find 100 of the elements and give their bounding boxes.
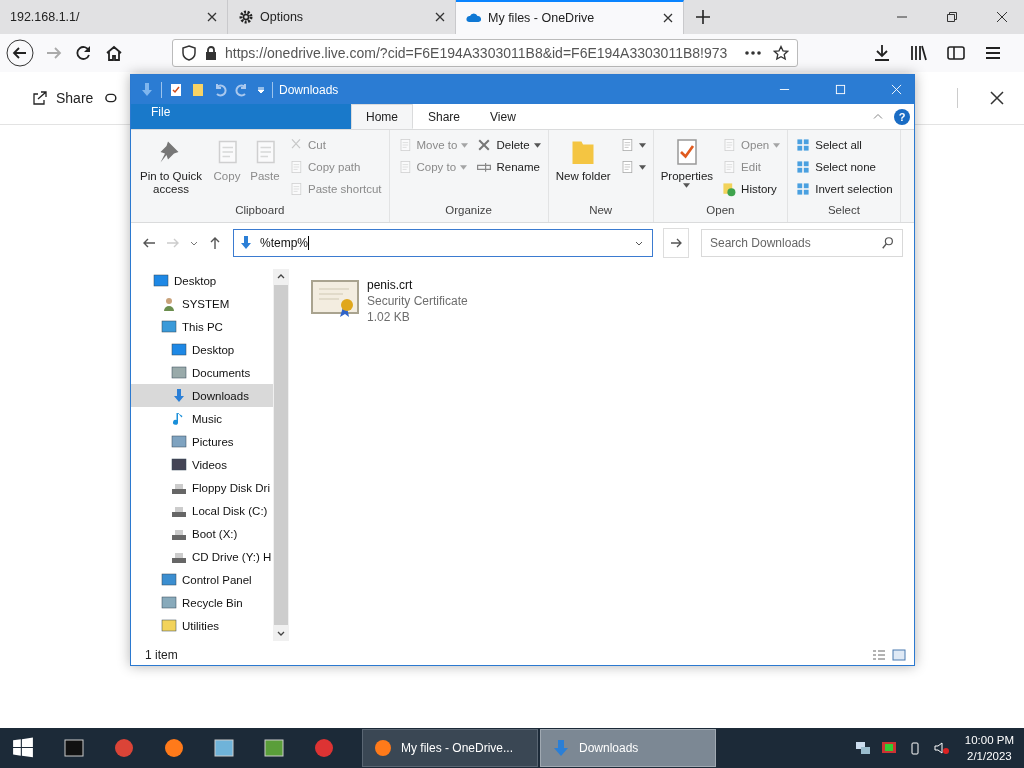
caret-icon [533, 142, 541, 148]
downloads-icon [551, 738, 571, 758]
group-label: Clipboard [234, 204, 286, 218]
display-icon[interactable] [880, 740, 897, 756]
sidebar-icon[interactable] [946, 43, 966, 63]
window-title: Downloads [279, 82, 339, 97]
browser-tab[interactable]: My files - OneDrive [456, 0, 684, 34]
network-icon[interactable] [854, 740, 871, 756]
group-label: Open [705, 204, 736, 218]
back-icon[interactable] [6, 39, 34, 67]
ribbon-button[interactable]: Select none [792, 156, 896, 178]
nav-item[interactable]: Boot (X:) [131, 522, 273, 545]
group-label: Select [826, 204, 861, 218]
help-button[interactable]: ? [894, 108, 910, 125]
caret-icon [461, 142, 469, 148]
nav-item[interactable]: Control Panel [131, 568, 273, 591]
star-icon[interactable] [773, 45, 789, 61]
maximize-icon[interactable] [835, 84, 846, 95]
grid-icon [795, 181, 812, 197]
library-icon[interactable] [909, 43, 929, 63]
doc-icon [288, 159, 304, 175]
caret-icon [773, 142, 781, 148]
search-icon [881, 236, 895, 250]
new-tab-icon[interactable] [696, 10, 710, 24]
desktop-icon [171, 341, 187, 358]
nav-item[interactable]: Pictures [131, 430, 273, 453]
caret-icon [638, 164, 646, 170]
downloads-icon [171, 387, 187, 404]
nav-item[interactable]: This PC [131, 315, 273, 338]
close-icon[interactable] [996, 11, 1008, 23]
scrollbar[interactable] [273, 269, 289, 641]
search-field[interactable]: Search Downloads [701, 229, 903, 257]
doc-icon [288, 181, 304, 197]
status-text: 1 item [145, 648, 178, 662]
caret-icon [638, 142, 646, 148]
ribbon-button[interactable]: History [718, 178, 784, 200]
tiles-view-icon[interactable] [892, 649, 906, 661]
ribbon-tab[interactable]: View [475, 104, 531, 129]
ribbon-button[interactable]: Select all [792, 134, 896, 156]
nav-item[interactable]: CD Drive (Y:) H [131, 545, 273, 568]
close-icon[interactable] [990, 91, 1004, 105]
close-icon[interactable] [207, 12, 217, 22]
group-label: New [588, 204, 614, 218]
restore-icon[interactable] [946, 11, 958, 23]
group-label: Organize [444, 204, 493, 218]
ribbon-button[interactable]: Delete [473, 134, 544, 156]
file-item[interactable]: penis.crt Security Certificate 1.02 KB [311, 277, 491, 325]
ribbon-button[interactable]: New folder [552, 134, 614, 185]
share-icon [32, 90, 48, 106]
grid-icon [795, 137, 812, 153]
address-field[interactable]: %temp% [233, 229, 653, 257]
nav-item[interactable]: Videos [131, 453, 273, 476]
more-icon[interactable] [745, 51, 761, 55]
folder-icon [161, 617, 177, 634]
mute-icon[interactable] [932, 740, 949, 756]
nav-item[interactable]: Local Disk (C:) [131, 499, 273, 522]
taskbar-window[interactable]: Downloads [540, 729, 716, 767]
close-icon[interactable] [435, 12, 445, 22]
certificate-icon [311, 279, 361, 319]
ribbon-tab[interactable]: Share [413, 104, 476, 129]
taskbar-window[interactable]: My files - OneDrive... [362, 729, 538, 767]
close-icon[interactable] [663, 13, 673, 23]
windows-start-icon[interactable] [12, 737, 34, 759]
lock-icon [203, 45, 219, 61]
nav-item[interactable]: Music [131, 407, 273, 430]
desktop-icon [153, 272, 169, 289]
download-icon[interactable] [872, 43, 892, 63]
nav-item[interactable]: Desktop [131, 338, 273, 361]
ribbon-tab[interactable]: File [131, 104, 351, 129]
ribbon-button[interactable]: Invert selection [792, 178, 896, 200]
clock-date: 2/1/2023 [967, 749, 1012, 764]
tab-title: 192.168.1.1/ [10, 10, 81, 24]
shield-icon [181, 45, 197, 61]
nav-item[interactable]: Recycle Bin [131, 591, 273, 614]
tab-title: My files - OneDrive [488, 11, 596, 25]
nav-item[interactable]: SYSTEM [131, 292, 273, 315]
share-button[interactable]: Share [28, 86, 98, 110]
tab-title: Options [260, 10, 305, 24]
scroll-down-icon[interactable] [276, 630, 286, 638]
nav-item[interactable]: Downloads [131, 384, 273, 407]
ribbon-button[interactable]: Properties [657, 134, 717, 190]
ribbon-button[interactable]: Pin to Quick access [135, 134, 207, 198]
nav-item[interactable]: Floppy Disk Dri [131, 476, 273, 499]
grid-icon [795, 159, 812, 175]
nav-item[interactable]: Utilities [131, 614, 273, 637]
nav-item[interactable]: Documents [131, 361, 273, 384]
gear-icon [238, 9, 254, 25]
ribbon-tab[interactable]: Home [351, 104, 413, 129]
url-field[interactable]: https://onedrive.live.com/?cid=F6E194A3303011B8&id=F6E194A3303011B8!973 [172, 39, 798, 67]
home-icon[interactable] [104, 43, 124, 63]
folder-icon[interactable] [190, 81, 206, 98]
user-icon [161, 295, 177, 312]
nav-item[interactable]: Desktop [131, 269, 273, 292]
caret-icon [460, 164, 468, 170]
history-icon [721, 181, 738, 197]
ribbon-button[interactable]: Rename [473, 156, 544, 178]
caret-icon [683, 183, 691, 188]
scroll-up-icon[interactable] [276, 272, 286, 280]
properties-icon[interactable] [168, 81, 184, 98]
clock-time: 10:00 PM [964, 733, 1014, 748]
